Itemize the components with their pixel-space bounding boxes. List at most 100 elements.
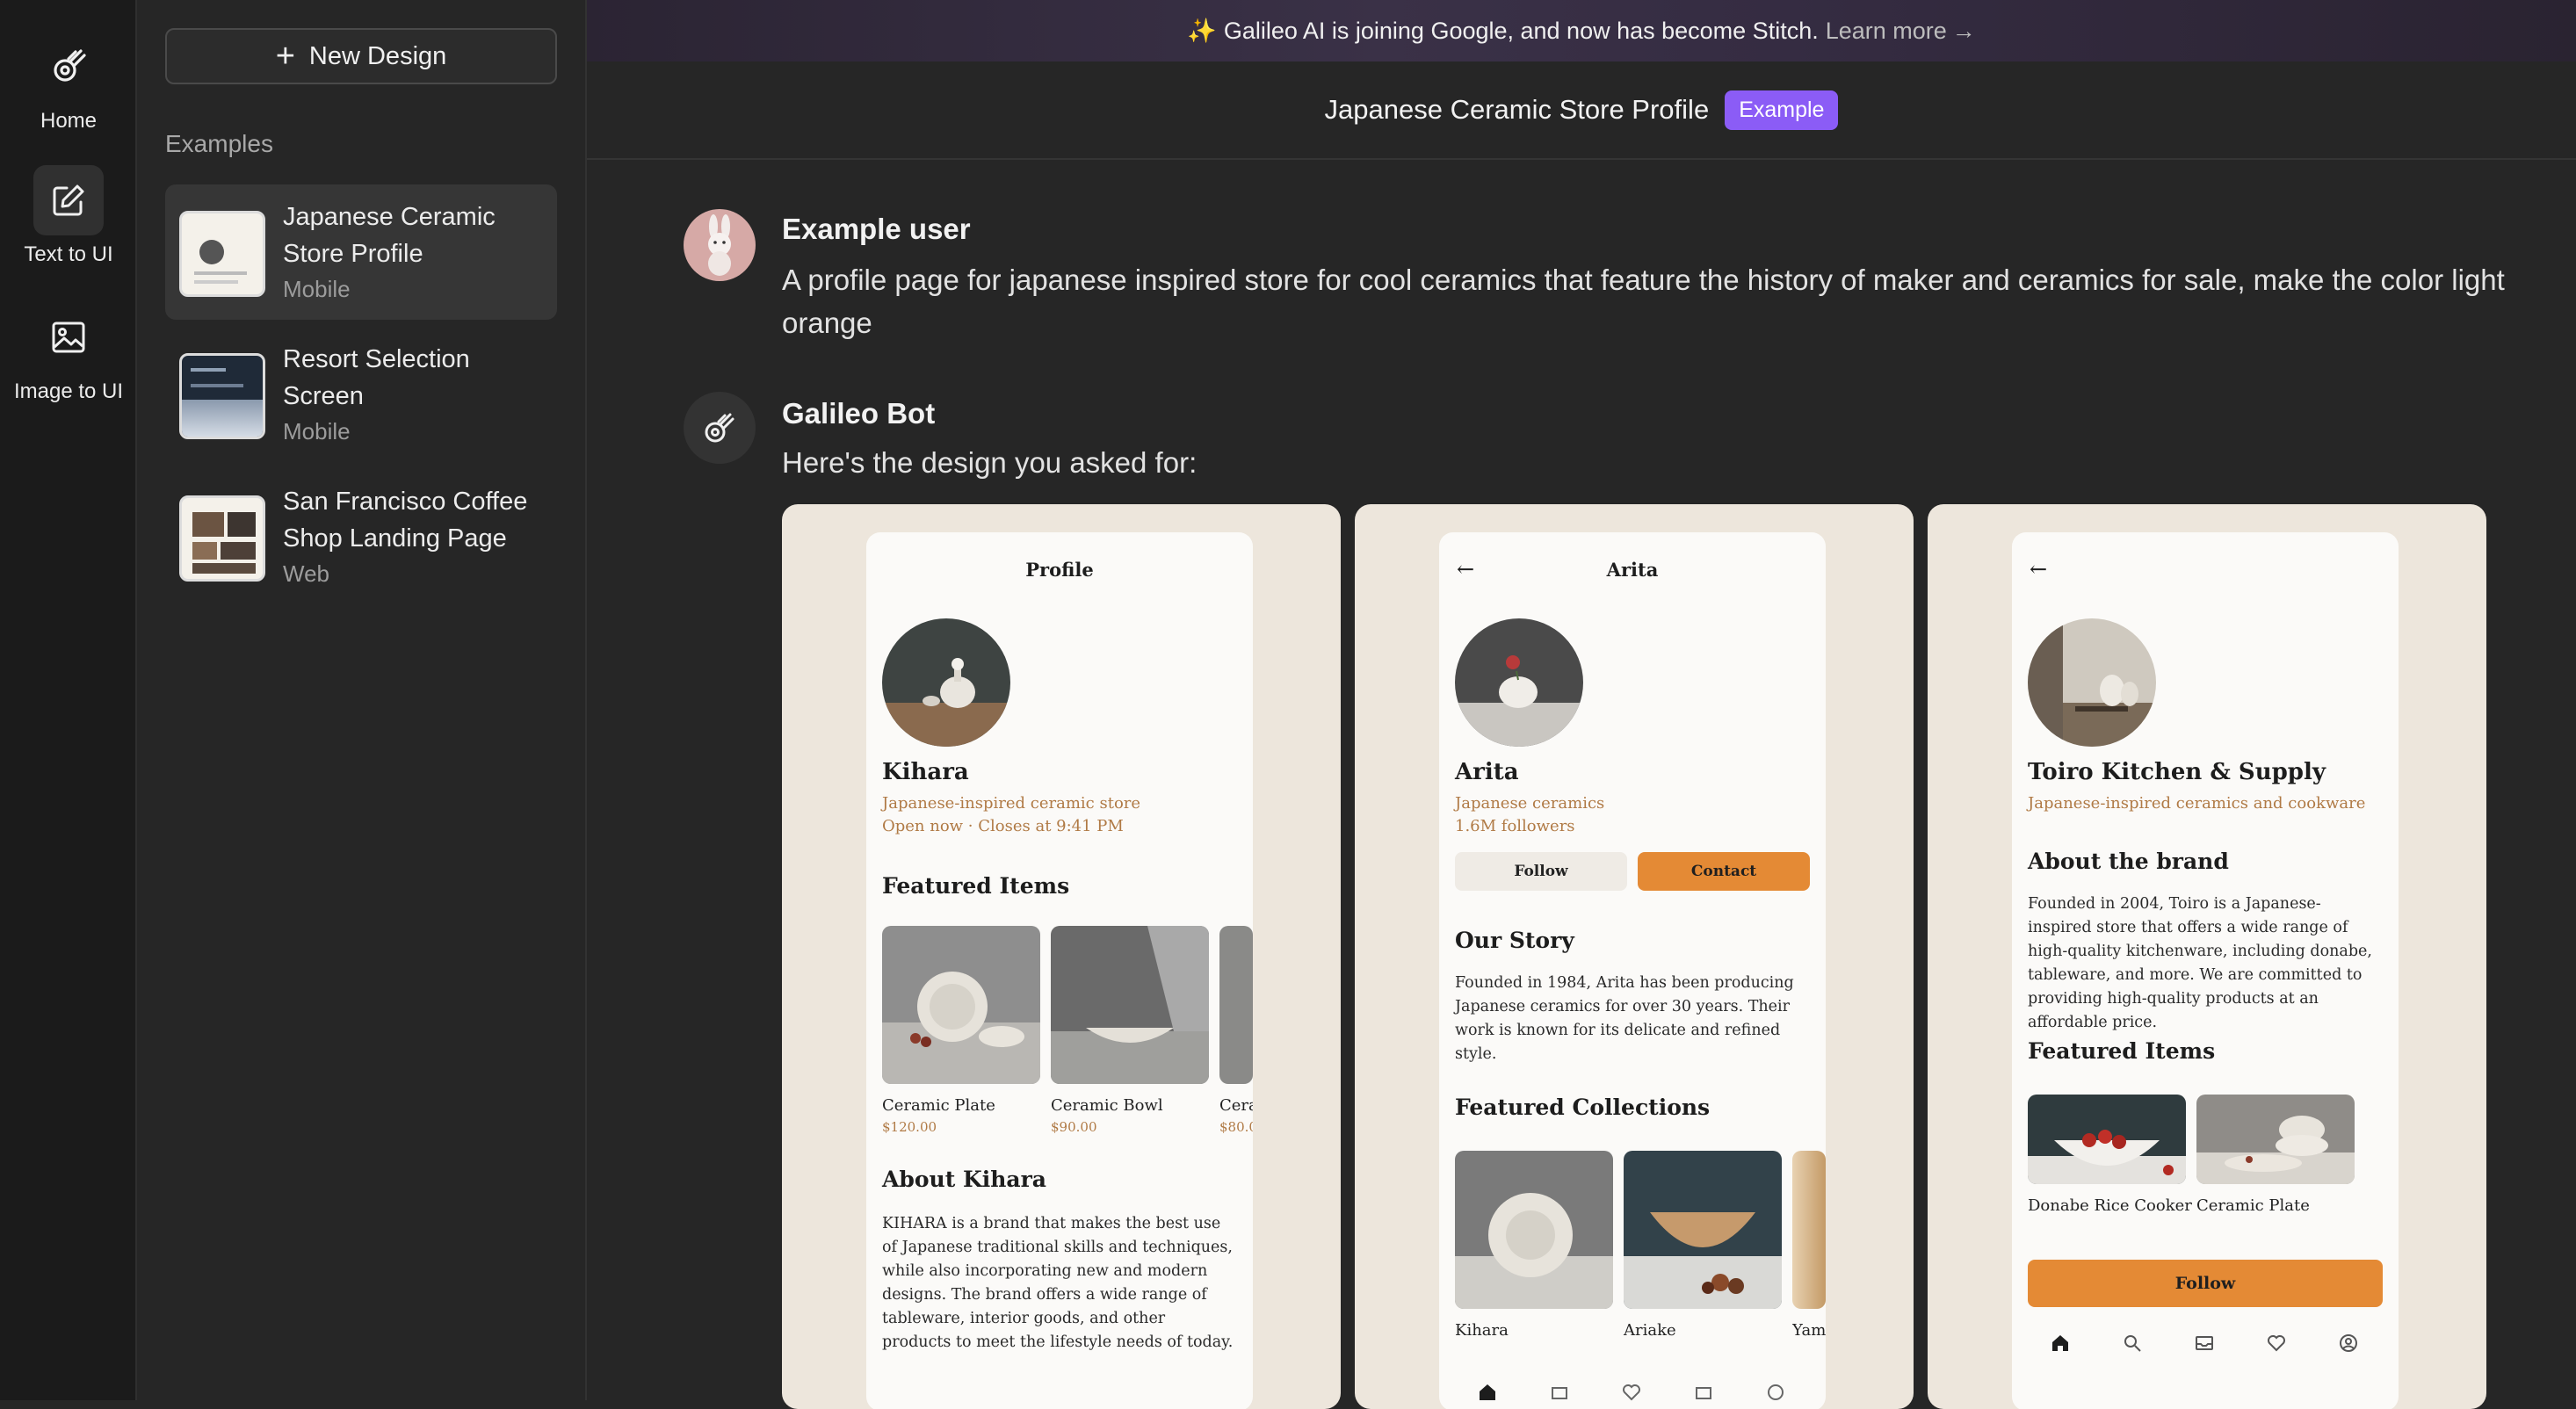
bot-name: Galileo Bot xyxy=(782,397,936,430)
rail-home[interactable]: Home xyxy=(0,32,137,134)
story-heading: Our Story xyxy=(1455,928,1574,953)
about-text: Founded in 2004, Toiro is a Japanese-ins… xyxy=(2028,895,2372,1031)
store-avatar xyxy=(1455,618,1583,747)
item-price: $120.00 xyxy=(882,1119,937,1135)
example-platform: Mobile xyxy=(283,276,351,302)
item-image[interactable] xyxy=(882,926,1040,1084)
heart-icon[interactable] xyxy=(1618,1379,1645,1405)
galileo-bot-icon xyxy=(684,392,756,464)
examples-sidebar: + New Design Examples Japanese Ceramic S… xyxy=(137,0,587,1400)
example-title: Resort Selection Screen xyxy=(283,345,470,410)
example-thumbnail xyxy=(179,353,265,439)
plus-icon: + xyxy=(275,38,295,75)
heart-icon[interactable] xyxy=(2263,1330,2290,1356)
example-badge: Example xyxy=(1725,90,1839,130)
store-icon[interactable] xyxy=(1546,1379,1573,1405)
example-platform: Mobile xyxy=(283,418,351,444)
example-thumbnail xyxy=(179,211,265,297)
item-name: Ceramic Plate xyxy=(2196,1196,2310,1215)
store-name: Kihara xyxy=(882,759,969,785)
item-price: $80.0 xyxy=(1219,1119,1253,1135)
example-title: Japanese Ceramic Store Profile xyxy=(283,203,496,268)
bot-reply: Here's the design you asked for: xyxy=(782,446,1198,479)
follower-count: 1.6M followers xyxy=(1455,817,1575,835)
item-image[interactable] xyxy=(2196,1095,2355,1184)
phone-screen: Profile Kihara Japanese-inspired ceramic… xyxy=(866,532,1253,1409)
collection-name: Kihara xyxy=(1455,1321,1509,1340)
contact-button[interactable]: Contact xyxy=(1638,852,1810,891)
home-icon[interactable] xyxy=(1474,1379,1501,1405)
search-icon[interactable] xyxy=(2119,1330,2145,1356)
user-avatar xyxy=(684,209,756,281)
store-avatar xyxy=(882,618,1010,747)
about-heading: About the brand xyxy=(2028,849,2229,874)
example-title: San Francisco Coffee Shop Landing Page xyxy=(283,488,528,553)
image-icon xyxy=(33,302,104,372)
page-title: Japanese Ceramic Store Profile xyxy=(1324,94,1710,125)
collection-name: Yam xyxy=(1792,1321,1826,1340)
collection-image[interactable] xyxy=(1792,1151,1826,1309)
back-arrow-icon[interactable]: ← xyxy=(2030,557,2047,582)
rail-image-to-ui[interactable]: Image to UI xyxy=(0,302,137,404)
profile-icon[interactable] xyxy=(2335,1330,2362,1356)
arrow-right-icon: → xyxy=(1951,17,1976,44)
collections-heading: Featured Collections xyxy=(1455,1095,1711,1120)
store-name: Toiro Kitchen & Supply xyxy=(2028,759,2326,785)
item-name: Ceramic Plate xyxy=(882,1096,995,1115)
about-heading: About Kihara xyxy=(882,1167,1046,1192)
bag-icon[interactable] xyxy=(1690,1379,1717,1405)
example-item-resort[interactable]: Resort Selection Screen Mobile xyxy=(165,327,557,462)
item-name: Ceramic Bowl xyxy=(1051,1096,1163,1115)
design-card-toiro[interactable]: ← Toiro Kitchen & Supply Japanese-inspir… xyxy=(1928,504,2486,1409)
store-subtitle: Japanese ceramics xyxy=(1455,794,1605,813)
page-header: Japanese Ceramic Store Profile Example xyxy=(587,61,2576,160)
story-text: Founded in 1984, Arita has been producin… xyxy=(1455,974,1794,1063)
store-name: Arita xyxy=(1455,759,1519,785)
collection-image[interactable] xyxy=(1455,1151,1613,1309)
screen-header: Arita xyxy=(1606,559,1659,581)
edit-icon xyxy=(33,165,104,235)
store-avatar xyxy=(2028,618,2156,747)
inbox-icon[interactable] xyxy=(2191,1330,2218,1356)
user-prompt: A profile page for japanese inspired sto… xyxy=(782,264,2505,339)
home-icon[interactable] xyxy=(2047,1330,2073,1356)
store-subtitle: Japanese-inspired ceramics and cookware xyxy=(2028,794,2366,813)
about-text: KIHARA is a brand that makes the best us… xyxy=(882,1215,1234,1351)
announcement-banner: ✨ Galileo AI is joining Google, and now … xyxy=(587,0,2576,61)
screen-header: Profile xyxy=(1025,559,1094,581)
rail-text-to-ui-label: Text to UI xyxy=(24,242,113,266)
store-subtitle: Japanese-inspired ceramic store xyxy=(882,794,1141,813)
phone-screen: ← Toiro Kitchen & Supply Japanese-inspir… xyxy=(2012,532,2399,1409)
item-name: Donabe Rice Cooker xyxy=(2028,1196,2192,1215)
galileo-logo-icon xyxy=(33,32,104,102)
item-image[interactable] xyxy=(2028,1095,2186,1184)
item-price: $90.00 xyxy=(1051,1119,1097,1135)
example-thumbnail xyxy=(179,495,265,582)
user-name: Example user xyxy=(782,213,971,245)
new-design-label: New Design xyxy=(308,41,447,70)
follow-button[interactable]: Follow xyxy=(1455,852,1627,891)
follow-button[interactable]: Follow xyxy=(2028,1260,2383,1307)
learn-more-label: Learn more xyxy=(1825,17,1947,44)
store-hours: Open now · Closes at 9:41 PM xyxy=(882,817,1124,835)
learn-more-link[interactable]: Learn more → xyxy=(1826,18,1976,45)
profile-icon[interactable] xyxy=(1762,1379,1789,1405)
banner-text: Galileo AI is joining Google, and now ha… xyxy=(1223,17,1819,44)
featured-heading: Featured Items xyxy=(882,873,1070,899)
rail-home-label: Home xyxy=(40,109,98,133)
collection-image[interactable] xyxy=(1624,1151,1782,1309)
item-image[interactable] xyxy=(1219,926,1253,1084)
item-image[interactable] xyxy=(1051,926,1209,1084)
example-item-coffee-shop[interactable]: San Francisco Coffee Shop Landing Page W… xyxy=(165,469,557,604)
item-name: Cera xyxy=(1219,1096,1253,1115)
design-card-profile[interactable]: Profile Kihara Japanese-inspired ceramic… xyxy=(782,504,1341,1409)
featured-heading: Featured Items xyxy=(2028,1038,2216,1064)
rail-text-to-ui[interactable]: Text to UI xyxy=(0,165,137,267)
design-card-arita[interactable]: ← Arita Arita Japanese ceramics 1.6M fol… xyxy=(1355,504,1914,1409)
main-panel: ✨ Galileo AI is joining Google, and now … xyxy=(587,0,2576,1409)
left-rail: Home Text to UI Image to UI xyxy=(0,0,137,1400)
rail-image-to-ui-label: Image to UI xyxy=(13,379,124,403)
new-design-button[interactable]: + New Design xyxy=(165,28,557,84)
example-item-japanese-ceramic[interactable]: Japanese Ceramic Store Profile Mobile xyxy=(165,184,557,320)
examples-heading: Examples xyxy=(165,130,273,157)
